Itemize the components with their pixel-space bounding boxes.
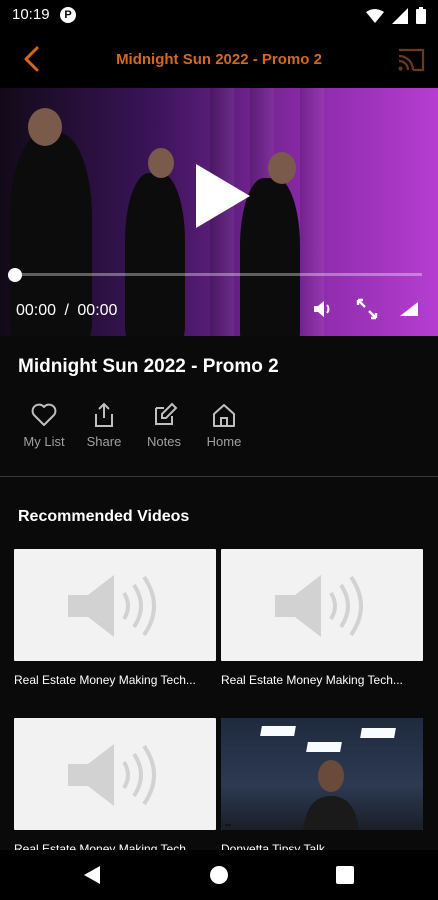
battery-icon [416,7,426,24]
back-arrow-icon[interactable] [18,44,48,74]
notes-button[interactable]: Notes [134,402,194,449]
video-thumbnail [14,549,216,661]
status-bar: 10:19 P [0,0,438,32]
video-thumbnail [14,718,216,830]
ceiling-light [360,728,396,738]
app-bar: Midnight Sun 2022 - Promo 2 [0,32,438,88]
recommended-video-card[interactable]: Real Estate Money Making Tech... [14,549,216,687]
wifi-icon [366,8,384,23]
duration: 00:00 [77,302,118,319]
share-label: Share [86,434,122,449]
share-icon [95,402,113,427]
speaker-icon [68,744,156,806]
share-button[interactable]: Share [74,402,134,449]
cast-icon[interactable] [396,46,426,74]
play-icon[interactable] [190,160,254,232]
video-thumbnail [221,549,423,661]
system-nav-bar [0,850,438,900]
fullscreen-icon[interactable] [356,298,378,320]
home-button[interactable]: Home [194,402,254,449]
my-list-button[interactable]: My List [14,402,74,449]
video-player[interactable]: 00:00 / 00:00 [0,88,438,336]
ceiling-light [306,742,342,752]
video-thumbnail [221,718,423,830]
video-caption-overlay [225,824,231,826]
current-time: 00:00 [16,302,57,319]
progress-track[interactable] [16,273,422,276]
edit-icon [155,402,178,425]
notes-label: Notes [147,434,181,449]
recommended-video-card[interactable]: Donyetta Tipsy Talk [221,718,423,856]
ceiling-light [260,726,296,736]
video-title: Midnight Sun 2022 - Promo 2 [18,356,279,377]
time-separator: / [64,302,69,319]
recommended-video-card[interactable]: Real Estate Money Making Tech... [221,549,423,687]
nav-back-icon[interactable] [82,864,102,886]
video-title: Real Estate Money Making Tech... [14,673,196,687]
performer [125,173,185,336]
performer-head [148,148,174,178]
heart-icon [31,403,57,426]
action-row: My List Share Notes Home [14,402,254,449]
performer-head [268,152,296,184]
recommended-heading: Recommended Videos [18,508,190,525]
volume-icon[interactable] [312,298,334,320]
app-bar-title: Midnight Sun 2022 - Promo 2 [116,51,322,68]
performer-head [28,108,62,146]
app-notification-icon: P [60,7,76,23]
speaker-icon [275,575,363,637]
speaker-person [303,760,359,830]
playback-time: 00:00 / 00:00 [16,302,117,320]
recommended-video-card[interactable]: Real Estate Money Making Tech... [14,718,216,856]
my-list-label: My List [23,434,65,449]
cast-icon[interactable] [398,298,420,320]
nav-recents-icon[interactable] [336,866,354,884]
video-title: Real Estate Money Making Tech... [221,673,403,687]
home-icon [213,404,235,427]
status-time: 10:19 [12,6,50,23]
progress-thumb[interactable] [8,268,22,282]
home-label: Home [206,434,242,449]
status-icons [366,7,426,24]
signal-icon [392,7,408,24]
divider [0,476,438,477]
nav-home-icon[interactable] [210,866,228,884]
speaker-icon [68,575,156,637]
